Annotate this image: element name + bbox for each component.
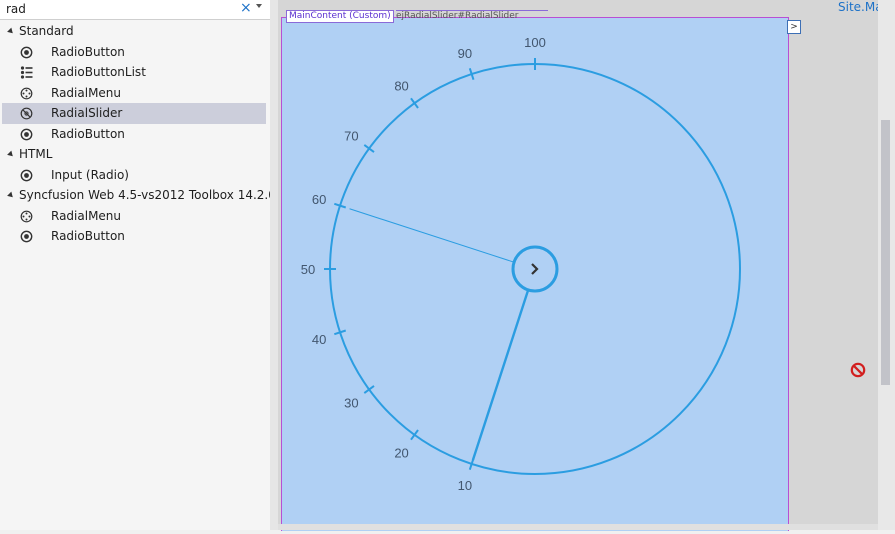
tick-label: 100	[524, 35, 546, 50]
toolbox-item[interactable]: Input (Radio)	[2, 165, 266, 186]
tick-label: 70	[344, 129, 358, 144]
item-label: RadioButton	[51, 229, 125, 243]
toolbox-item[interactable]: RadioButtonList	[2, 62, 266, 83]
item-label: RadioButton	[51, 44, 125, 59]
radial-menu-icon	[20, 87, 33, 100]
tick-label: 90	[458, 46, 472, 61]
value-needle	[471, 289, 530, 461]
toolbox-panel: rad × Standard RadioButton RadioButtonList…	[0, 0, 295, 530]
radio-button-icon	[20, 230, 33, 243]
tick-label: 30	[344, 395, 358, 410]
content-placeholder-tag[interactable]: MainContent (Custom)	[286, 10, 394, 23]
toolbox-item[interactable]: RadialMenu	[2, 83, 266, 104]
prohibited-icon	[850, 362, 866, 378]
expand-arrow-icon[interactable]	[7, 150, 15, 159]
tick-mark	[410, 97, 419, 109]
tick-label: 80	[394, 78, 408, 93]
toolbox-search-box[interactable]: rad ×	[0, 0, 270, 20]
tick-label: 60	[312, 192, 326, 207]
radio-button-icon	[20, 128, 33, 141]
toolbox-item[interactable]: RadialSlider	[2, 103, 266, 124]
item-label: RadialSlider	[51, 106, 123, 120]
main-content-region[interactable]: 10 20 30 40 50 60 70 80 90 100	[281, 17, 789, 531]
horizontal-scrollbar[interactable]	[278, 524, 878, 530]
radial-menu-icon	[20, 210, 33, 223]
slider-center-button[interactable]	[511, 245, 559, 293]
radio-button-icon	[20, 169, 33, 182]
clear-search-icon[interactable]: ×	[240, 0, 252, 16]
search-input[interactable]: rad	[6, 2, 26, 16]
toolbox-category[interactable]: HTML	[2, 144, 266, 165]
smart-tag-button[interactable]: >	[787, 20, 801, 34]
radio-button-list-icon	[20, 66, 33, 79]
item-label: RadioButton	[51, 126, 125, 141]
category-label: Standard	[19, 24, 74, 38]
radial-slider-icon	[20, 107, 33, 120]
panel-splitter[interactable]	[270, 0, 278, 530]
control-tag[interactable]: ejRadialSlider#RadialSlider	[396, 10, 548, 22]
tick-label: 40	[312, 332, 326, 347]
item-label: RadialMenu	[51, 85, 122, 100]
expand-arrow-icon[interactable]	[7, 191, 15, 200]
toolbox-category[interactable]: Standard	[2, 21, 266, 42]
toolbox-item[interactable]: RadioButton	[2, 42, 266, 63]
toolbox-category[interactable]: Syncfusion Web 4.5-vs2012 Toolbox 14.2.0…	[2, 185, 295, 206]
category-label: HTML	[19, 147, 53, 161]
tick-label: 50	[301, 262, 315, 277]
expand-arrow-icon[interactable]	[7, 27, 15, 36]
tick-label: 20	[394, 446, 408, 461]
tick-label: 10	[458, 478, 472, 493]
category-label: Syncfusion Web 4.5-vs2012 Toolbox 14.2.0…	[19, 188, 295, 202]
item-label: RadialMenu	[51, 208, 122, 223]
tick-mark	[363, 144, 375, 153]
toolbox-item[interactable]: RadialMenu	[2, 206, 266, 227]
vertical-scrollbar-thumb[interactable]	[881, 120, 890, 385]
item-label: Input (Radio)	[51, 167, 129, 182]
tick-mark	[363, 385, 375, 394]
hover-needle	[349, 208, 515, 263]
toolbox-item[interactable]: RadioButton	[2, 226, 266, 247]
toolbox-item[interactable]: RadioButton	[2, 124, 266, 145]
search-dropdown-icon[interactable]	[256, 4, 262, 8]
radial-slider[interactable]: 10 20 30 40 50 60 70 80 90 100	[282, 18, 788, 531]
tick-mark	[410, 429, 419, 441]
radio-button-icon	[20, 46, 33, 59]
item-label: RadioButtonList	[51, 65, 146, 79]
